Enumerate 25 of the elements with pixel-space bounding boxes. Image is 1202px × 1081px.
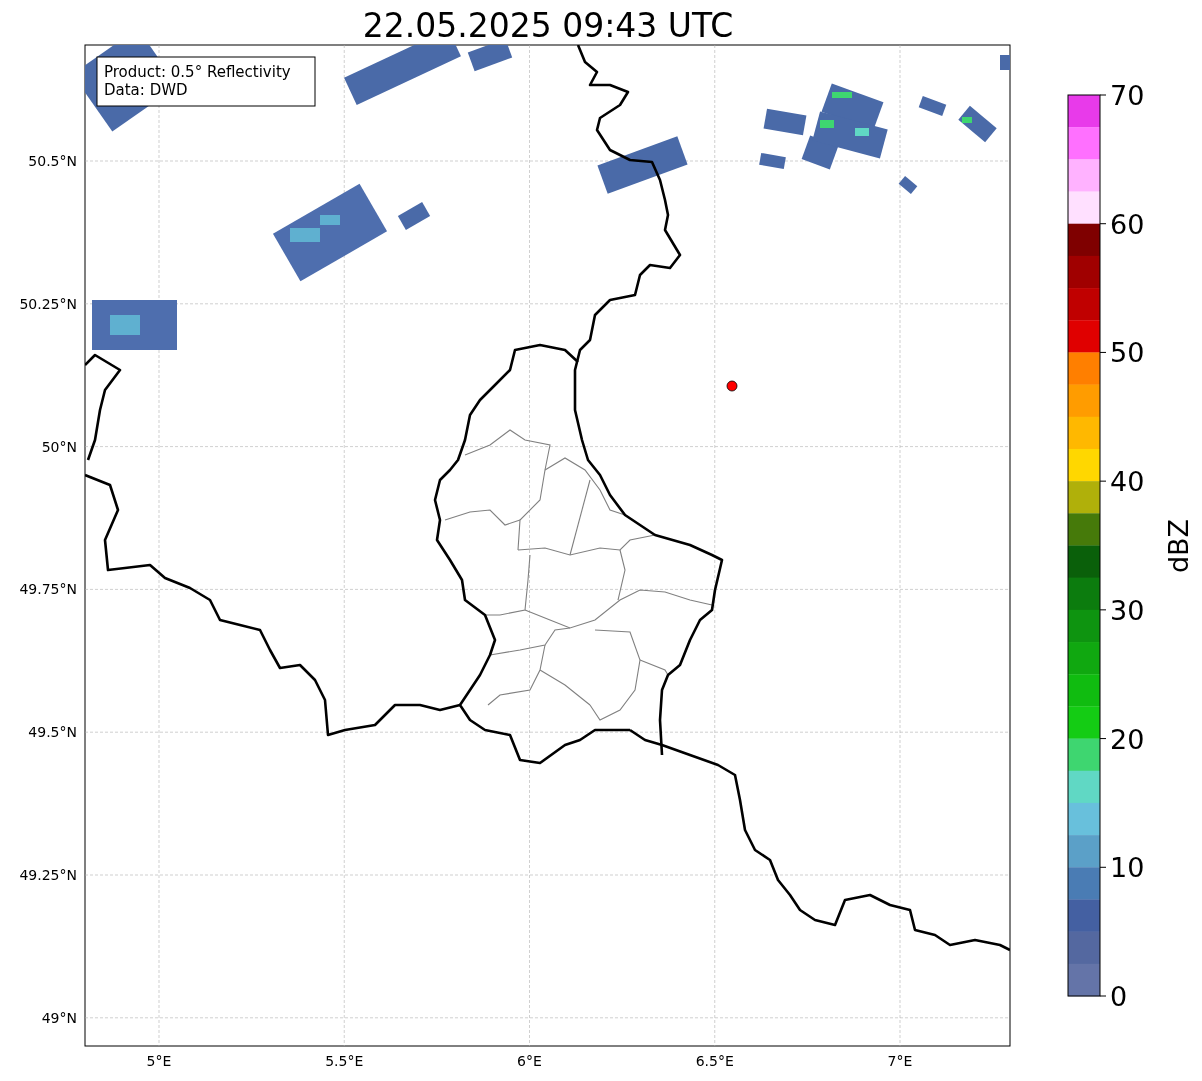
latitude-label: 50°N <box>41 438 77 455</box>
info-text: Product: 0.5° Reflectivity <box>104 63 291 81</box>
colorbar-tick-label: 50 <box>1110 337 1145 369</box>
colorbar-tick-label: 10 <box>1110 852 1145 884</box>
latitude-label: 50.5°N <box>28 153 77 169</box>
chart-title: 22.05.2025 09:43 UTC <box>362 6 734 45</box>
colorbar-tick-label: 20 <box>1110 723 1145 755</box>
colorbar-tick-label: 0 <box>1110 981 1128 1012</box>
latitude-label: 49.25°N <box>19 867 77 883</box>
longitude-label: 6°E <box>517 1053 542 1069</box>
longitude-label: 6.5°E <box>695 1053 734 1069</box>
latitude-label: 49.75°N <box>19 581 77 598</box>
colorbar-tick-label: 40 <box>1110 466 1145 498</box>
colorbar-tick-label: 60 <box>1110 208 1145 240</box>
latitude-label: 49.5°N <box>28 724 77 741</box>
longitude-label: 5.5°E <box>325 1053 364 1069</box>
location-marker <box>726 380 738 392</box>
longitude-label: 5°E <box>146 1053 172 1069</box>
colorbar-tick-label: 30 <box>1110 594 1145 626</box>
colorbar-label: dBZ <box>1163 518 1194 574</box>
longitude-label: 7°E <box>887 1053 913 1069</box>
info-text: Data: DWD <box>104 81 188 99</box>
latitude-label: 50.25°N <box>19 295 77 312</box>
latitude-label: 49°N <box>41 1009 77 1026</box>
colorbar-tick-label: 70 <box>1110 80 1145 111</box>
